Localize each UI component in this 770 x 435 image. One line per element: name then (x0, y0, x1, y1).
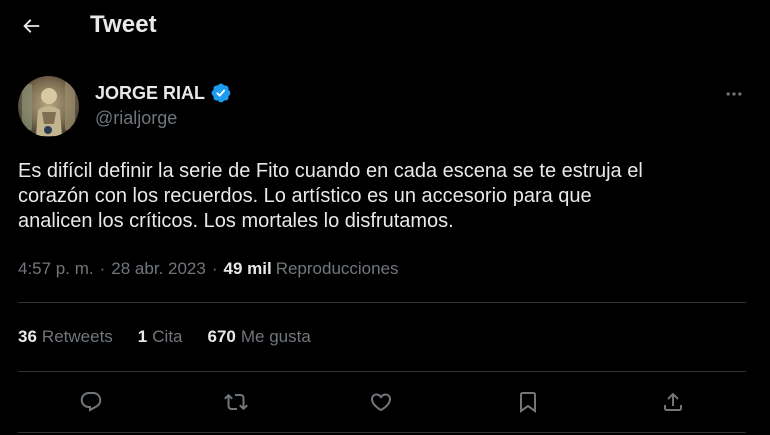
page-title: Tweet (90, 11, 157, 38)
tweet-text-line: corazón con los recuerdos. Lo artístico … (18, 185, 592, 207)
more-dots-icon (726, 92, 742, 96)
tweet-text-line: Es difícil definir la serie de Fito cuan… (18, 160, 643, 182)
views-count[interactable]: 49 mil (223, 259, 271, 279)
retweet-icon (224, 393, 248, 411)
top-bar: Tweet (0, 0, 770, 53)
tweet-actions (18, 383, 746, 421)
share-button[interactable] (654, 383, 692, 421)
meta-separator: · (211, 259, 218, 278)
divider (18, 432, 746, 433)
arrow-left-icon (23, 19, 40, 33)
quotes-stat[interactable]: 1 Cita (138, 327, 183, 347)
verified-badge-icon (210, 82, 232, 104)
retweets-stat[interactable]: 36 Retweets (18, 327, 113, 347)
retweet-button[interactable] (217, 383, 255, 421)
tweet-date[interactable]: 28 abr. 2023 (111, 259, 206, 279)
bookmark-icon (520, 392, 536, 413)
quotes-label: Cita (152, 327, 183, 346)
reply-icon (80, 392, 102, 412)
quotes-count: 1 (137, 327, 148, 346)
avatar[interactable] (18, 76, 79, 137)
divider (18, 371, 746, 372)
more-options-button[interactable] (718, 80, 750, 108)
tweet-meta: 4:57 p. m. · 28 abr. 2023 · 49 mil Repro… (18, 259, 399, 279)
like-icon (370, 393, 392, 412)
back-button[interactable] (12, 7, 50, 45)
tweet-text: Es difícil definir la serie de Fito cuan… (18, 159, 748, 234)
likes-count: 670 (207, 327, 236, 346)
retweets-label: Retweets (41, 327, 113, 346)
tweet-time[interactable]: 4:57 p. m. (18, 259, 94, 279)
divider (18, 302, 746, 303)
likes-label: Me gusta (240, 327, 311, 346)
views-label: Reproducciones (275, 259, 399, 278)
reply-button[interactable] (72, 383, 110, 421)
meta-separator: · (99, 259, 106, 278)
engagement-stats: 36 Retweets 1 Cita 670 Me gusta (18, 327, 336, 347)
share-icon (664, 392, 682, 411)
retweets-count: 36 (18, 327, 37, 346)
author-name: JORGE RIAL (95, 82, 206, 103)
like-button[interactable] (362, 383, 400, 421)
tweet-text-line: analicen los críticos. Los mortales lo d… (18, 210, 454, 232)
bookmark-button[interactable] (509, 383, 547, 421)
author-name-row[interactable]: JORGE RIAL (95, 82, 232, 104)
author-handle[interactable]: @rialjorge (95, 108, 177, 129)
likes-stat[interactable]: 670 Me gusta (208, 327, 311, 347)
